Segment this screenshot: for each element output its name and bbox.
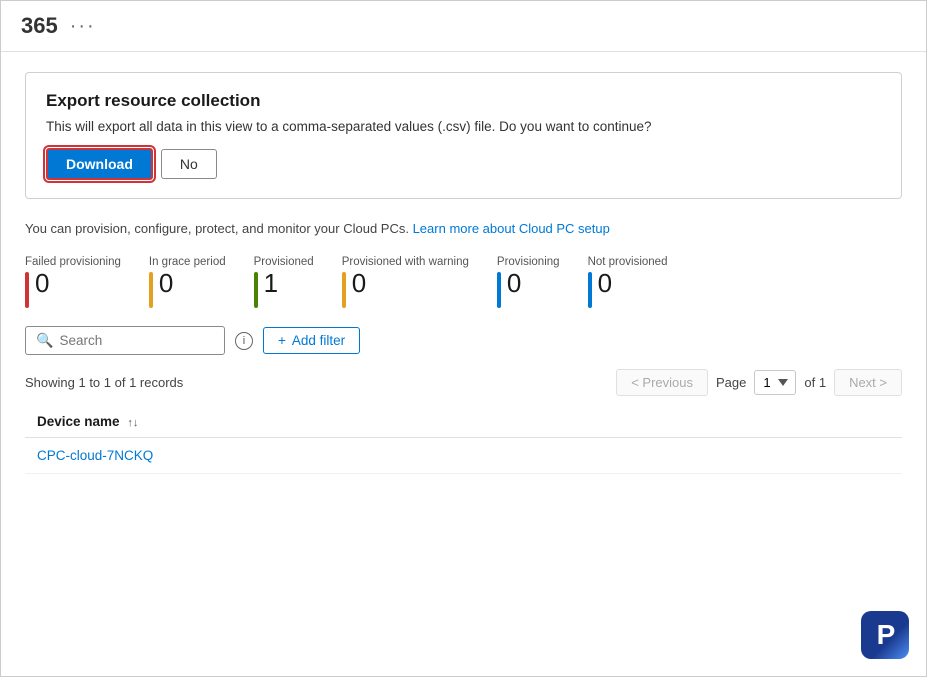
status-label: In grace period	[149, 256, 226, 268]
status-label: Provisioned with warning	[342, 256, 469, 268]
status-item: Failed provisioning 0	[25, 256, 121, 308]
status-bar	[588, 272, 592, 308]
add-filter-button[interactable]: + Add filter	[263, 327, 360, 354]
export-dialog: Export resource collection This will exp…	[25, 72, 902, 199]
status-label: Failed provisioning	[25, 256, 121, 268]
add-filter-icon: +	[278, 333, 286, 348]
top-bar-dots: ···	[70, 15, 96, 38]
status-counters: Failed provisioning 0 In grace period 0 …	[25, 256, 902, 308]
status-inner: 0	[25, 270, 49, 308]
add-filter-label: Add filter	[292, 333, 345, 348]
main-content: Export resource collection This will exp…	[1, 52, 926, 494]
data-table: Device name ↑↓ CPC-cloud-7NCKQ	[25, 406, 902, 474]
export-title: Export resource collection	[46, 91, 881, 111]
page-label: Page	[716, 375, 746, 390]
status-bar	[25, 272, 29, 308]
info-text: You can provision, configure, protect, a…	[25, 221, 409, 236]
status-label: Provisioning	[497, 256, 560, 268]
status-inner: 0	[497, 270, 521, 308]
table-controls: Showing 1 to 1 of 1 records < Previous P…	[25, 369, 902, 396]
search-box: 🔍	[25, 326, 225, 355]
download-button[interactable]: Download	[46, 148, 153, 180]
status-count: 0	[35, 270, 49, 296]
export-buttons: Download No	[46, 148, 881, 180]
status-count: 0	[159, 270, 173, 296]
pickit-logo: P	[861, 611, 909, 659]
app-title: 365	[21, 13, 58, 39]
status-inner: 0	[149, 270, 173, 308]
no-button[interactable]: No	[161, 149, 217, 179]
status-inner: 1	[254, 270, 278, 308]
search-icon: 🔍	[36, 332, 53, 349]
status-label: Provisioned	[254, 256, 314, 268]
page-select[interactable]: 1	[754, 370, 796, 395]
status-bar	[254, 272, 258, 308]
cell-device-name[interactable]: CPC-cloud-7NCKQ	[25, 438, 902, 474]
status-bar	[342, 272, 346, 308]
status-item: Provisioned with warning 0	[342, 256, 469, 308]
pagination: < Previous Page 1 of 1 Next >	[616, 369, 902, 396]
page-of: of 1	[804, 375, 826, 390]
column-device-name: Device name ↑↓	[25, 406, 902, 438]
status-item: Provisioned 1	[254, 256, 314, 308]
status-inner: 0	[588, 270, 612, 308]
records-label: Showing 1 to 1 of 1 records	[25, 375, 183, 390]
next-button[interactable]: Next >	[834, 369, 902, 396]
column-label-device-name: Device name	[37, 414, 120, 429]
status-count: 0	[598, 270, 612, 296]
status-count: 0	[507, 270, 521, 296]
info-icon[interactable]: i	[235, 332, 253, 350]
table-row: CPC-cloud-7NCKQ	[25, 438, 902, 474]
status-count: 1	[264, 270, 278, 296]
previous-button[interactable]: < Previous	[616, 369, 708, 396]
status-inner: 0	[342, 270, 366, 308]
search-row: 🔍 i + Add filter	[25, 326, 902, 355]
info-strip: You can provision, configure, protect, a…	[25, 217, 902, 240]
top-bar: 365 ···	[1, 1, 926, 52]
sort-icon[interactable]: ↑↓	[127, 417, 138, 429]
status-item: Not provisioned 0	[588, 256, 668, 308]
export-description: This will export all data in this view t…	[46, 119, 881, 134]
status-item: Provisioning 0	[497, 256, 560, 308]
status-label: Not provisioned	[588, 256, 668, 268]
status-count: 0	[352, 270, 366, 296]
search-input[interactable]	[59, 333, 214, 348]
status-bar	[149, 272, 153, 308]
pickit-p-icon: P	[877, 619, 894, 651]
status-bar	[497, 272, 501, 308]
learn-more-link[interactable]: Learn more about Cloud PC setup	[413, 221, 610, 236]
status-item: In grace period 0	[149, 256, 226, 308]
